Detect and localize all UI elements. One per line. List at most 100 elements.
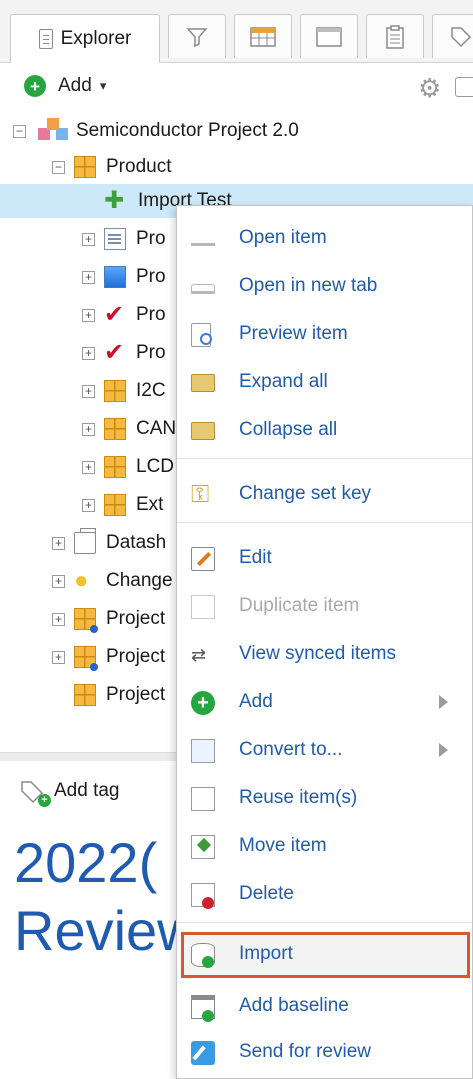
expand-toggle[interactable]: + [52, 612, 65, 626]
add-circle-icon: + [191, 691, 215, 715]
menu-item-duplicate-item: Duplicate item [177, 584, 472, 630]
tab-clipboard[interactable] [366, 14, 424, 58]
review-icon [191, 1041, 215, 1065]
tree-item-label: Product [106, 156, 172, 177]
expand-toggle[interactable]: + [82, 308, 95, 322]
expand-toggle[interactable]: + [82, 232, 95, 246]
tab-filter[interactable] [168, 14, 226, 58]
open-icon [191, 238, 215, 246]
checkmark-icon: ✔ [104, 301, 125, 328]
tree-item-label: Pro [136, 304, 166, 325]
menu-item-label: Collapse all [239, 419, 338, 440]
table-icon [250, 26, 276, 47]
gear-icon[interactable]: ⚙ [418, 73, 441, 104]
menu-item-view-synced-items[interactable]: ⇄ View synced items [177, 632, 472, 678]
chevron-down-icon: ▾ [99, 78, 107, 93]
menu-item-send-for-review[interactable]: Send for review [177, 1030, 472, 1076]
item-title-line-1: 2022( [14, 831, 158, 894]
menu-item-collapse-all[interactable]: Collapse all [177, 408, 472, 454]
tab-tag[interactable] [432, 14, 473, 58]
expand-toggle[interactable]: + [82, 346, 95, 360]
tree-item-label: LCD [136, 456, 175, 477]
menu-item-open-item[interactable]: Open item [177, 216, 472, 262]
tree-item-label: Project [106, 646, 166, 667]
tab-explorer-label: Explorer [60, 28, 132, 49]
add-circle-icon: + [24, 75, 46, 97]
clipboard-icon [386, 24, 404, 49]
expand-toggle[interactable]: + [52, 536, 65, 550]
window-icon [316, 26, 342, 47]
menu-item-preview-item[interactable]: Preview item [177, 312, 472, 358]
tree-item-label: I2C [136, 380, 166, 401]
menu-item-delete[interactable]: Delete [177, 872, 472, 918]
menu-item-add[interactable]: + Add [177, 680, 472, 726]
menu-item-label: Expand all [239, 371, 328, 392]
menu-item-add-baseline[interactable]: Add baseline [177, 984, 472, 1030]
menu-item-move-item[interactable]: Move item [177, 824, 472, 870]
folder-grid-icon [104, 380, 126, 402]
menu-item-convert-to[interactable]: Convert to... [177, 728, 472, 774]
tree-item-label: Semiconductor Project 2.0 [76, 120, 299, 141]
menu-separator [177, 522, 472, 523]
tree-item-root[interactable]: − Semiconductor Project 2.0 [0, 112, 473, 150]
tree-item-label: Ext [136, 494, 164, 515]
pencil-icon [191, 547, 215, 571]
expand-toggle[interactable]: + [82, 460, 95, 474]
menu-item-label: Send for review [239, 1041, 372, 1062]
menu-item-import[interactable]: Import [181, 932, 470, 978]
expand-toggle[interactable]: + [82, 270, 95, 284]
expand-toggle[interactable]: + [82, 422, 95, 436]
collapse-toggle[interactable]: − [13, 124, 26, 138]
status-dot-icon [90, 625, 98, 633]
context-menu: Open item Open in new tab Preview item E… [176, 205, 473, 1079]
expand-toggle[interactable]: + [52, 650, 65, 664]
menu-separator [177, 922, 472, 923]
key-icon: ⚿ [191, 481, 210, 508]
collapse-toggle[interactable]: − [52, 160, 65, 174]
submenu-arrow-icon [439, 743, 448, 757]
expand-toggle[interactable]: + [82, 384, 95, 398]
menu-item-change-set-key[interactable]: ⚿ Change set key [177, 472, 472, 518]
move-icon [191, 835, 215, 859]
status-dot-icon [90, 663, 98, 671]
panel-toggle-icon[interactable] [455, 77, 473, 97]
tag-icon [451, 26, 472, 47]
project-icon [38, 118, 68, 140]
menu-item-label: Open in new tab [239, 275, 378, 296]
collapse-folder-icon [191, 422, 215, 440]
menu-item-open-in-new-tab[interactable]: Open in new tab [177, 264, 472, 310]
tab-table[interactable] [234, 14, 292, 58]
folder-grid-icon [74, 156, 96, 178]
tree-item-label: Project [106, 684, 166, 705]
tree-item-label: Pro [136, 228, 166, 249]
tab-strip: Explorer [0, 0, 473, 63]
menu-item-expand-all[interactable]: Expand all [177, 360, 472, 406]
tree-item-product[interactable]: − Product [0, 148, 473, 186]
baseline-icon [191, 995, 215, 1022]
delete-icon [191, 883, 215, 909]
pages-icon [74, 528, 96, 554]
lightbulb-icon: ● [74, 567, 89, 594]
submenu-arrow-icon [439, 695, 448, 709]
tree-item-label: Pro [136, 266, 166, 287]
add-button[interactable]: + Add ▾ [24, 75, 106, 97]
reuse-icon [191, 787, 215, 811]
menu-item-label: Add baseline [239, 995, 349, 1016]
menu-item-label: Add [239, 691, 273, 712]
folder-grid-icon [104, 456, 126, 478]
preview-icon [191, 323, 212, 347]
folder-grid-icon [104, 494, 126, 516]
puzzle-icon: ✚ [104, 187, 125, 214]
menu-item-edit[interactable]: Edit [177, 536, 472, 582]
menu-item-label: Open item [239, 227, 327, 248]
expand-toggle[interactable]: + [52, 574, 65, 588]
tree-item-label: Project [106, 608, 166, 629]
folder-grid-icon [74, 684, 96, 706]
database-import-icon [191, 943, 215, 968]
menu-item-label: View synced items [239, 643, 396, 664]
expand-toggle[interactable]: + [82, 498, 95, 512]
menu-item-label: Edit [239, 547, 272, 568]
menu-item-reuse-items[interactable]: Reuse item(s) [177, 776, 472, 822]
tab-window[interactable] [300, 14, 358, 58]
tab-explorer[interactable]: Explorer [10, 14, 160, 63]
